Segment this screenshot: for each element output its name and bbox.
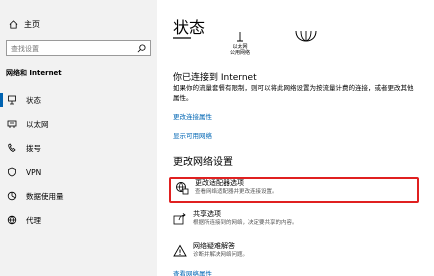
sidebar-item-label: 状态 <box>26 95 41 105</box>
sidebar-item-proxy[interactable]: 代理 <box>0 208 157 232</box>
option-text: 网络疑难解答 诊断并解决网络问题。 <box>193 242 248 259</box>
search-box[interactable] <box>6 40 151 56</box>
option-title: 更改适配器选项 <box>195 179 244 187</box>
dialup-icon <box>8 143 16 152</box>
search-icon[interactable] <box>137 44 146 53</box>
main-content: 状态 以太网 公用网络 你已连接到 Internet 如果你的流量套餐有限制，则… <box>157 0 434 276</box>
vpn-icon <box>8 167 16 177</box>
option-title: 网络疑难解答 <box>193 242 235 250</box>
option-description: 诊断并解决网络问题。 <box>193 252 249 258</box>
sidebar-item-label: 拨号 <box>26 143 41 153</box>
ethernet-icon <box>7 120 17 128</box>
connection-status-heading: 你已连接到 Internet <box>173 73 257 83</box>
option-description: 根据所连接到的网络，决定要共享的内容。 <box>193 220 298 226</box>
option-text: 共享选项 根据所连接到的网络，决定要共享的内容。 <box>193 210 298 227</box>
network-troubleshooter[interactable]: 网络疑难解答 诊断并解决网络问题。 <box>169 242 419 268</box>
sidebar-item-data-usage[interactable]: 数据使用量 <box>0 184 157 208</box>
connection-status-description: 如果你的流量套餐有限制，则可以将此网络设置为按流量计费的连接，或者更改其他属性。 <box>173 84 414 102</box>
network-label-line2: 公用网络 <box>229 50 250 56</box>
change-adapter-options[interactable]: 更改适配器选项 查看网络适配器并更改连接设置。 <box>169 177 419 203</box>
network-label: 以太网 公用网络 <box>223 44 257 56</box>
home-nav-item[interactable]: 主页 <box>9 16 40 32</box>
sidebar-item-label: 代理 <box>26 215 41 225</box>
change-connection-properties-link[interactable]: 更改连接属性 <box>173 111 212 121</box>
network-diagram: 以太网 公用网络 <box>157 30 434 66</box>
section-title: 网络和 Internet <box>6 69 62 77</box>
status-icon <box>8 95 16 105</box>
search-input[interactable] <box>11 43 131 54</box>
home-icon <box>9 19 18 29</box>
view-network-properties-link[interactable]: 查看网络属性 <box>173 268 212 276</box>
option-title: 共享选项 <box>193 210 221 218</box>
home-label: 主页 <box>24 19 40 29</box>
proxy-icon <box>7 215 17 225</box>
sidebar: 主页 网络和 Internet 状态 以太网 拨 <box>0 0 157 276</box>
sidebar-item-dialup[interactable]: 拨号 <box>0 136 157 160</box>
sidebar-item-ethernet[interactable]: 以太网 <box>0 112 157 136</box>
sidebar-item-status[interactable]: 状态 <box>0 88 157 112</box>
data-usage-icon <box>7 191 17 201</box>
troubleshoot-icon <box>173 244 187 257</box>
sidebar-item-label: 以太网 <box>26 119 49 129</box>
ethernet-connection-icon <box>237 32 243 42</box>
change-network-settings-heading: 更改网络设置 <box>173 157 233 168</box>
globe-icon <box>295 30 317 42</box>
sidebar-nav: 状态 以太网 拨号 VPN 数据使用量 代理 <box>0 88 157 232</box>
sidebar-item-label: VPN <box>26 167 42 177</box>
adapter-icon <box>176 182 189 195</box>
computer-icon <box>173 37 191 39</box>
sidebar-item-label: 数据使用量 <box>26 191 64 201</box>
option-description: 查看网络适配器并更改连接设置。 <box>195 189 278 195</box>
option-text: 更改适配器选项 查看网络适配器并更改连接设置。 <box>195 179 278 196</box>
sharing-icon <box>173 213 186 225</box>
show-available-networks-link[interactable]: 显示可用网络 <box>173 130 212 140</box>
sidebar-item-vpn[interactable]: VPN <box>0 160 157 184</box>
sharing-options[interactable]: 共享选项 根据所连接到的网络，决定要共享的内容。 <box>169 210 419 236</box>
